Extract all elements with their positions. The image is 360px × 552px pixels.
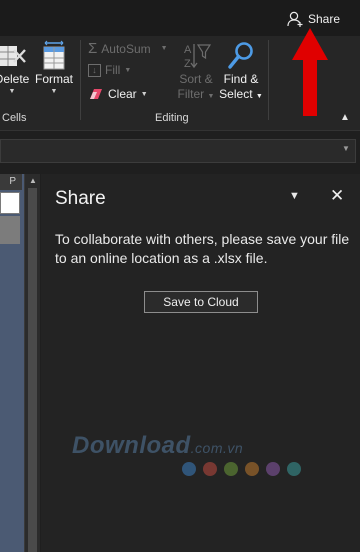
column-header[interactable]: P (0, 174, 22, 190)
clear-button[interactable]: Clear ▼ (88, 87, 148, 101)
pane-options-icon[interactable]: ▼ (289, 190, 300, 202)
watermark-dot (266, 462, 280, 476)
chevron-down-icon: ▼ (8, 88, 16, 95)
watermark-logo: Download.com.vn (72, 432, 244, 459)
formula-bar: ▼ (0, 130, 360, 174)
collapse-ribbon-icon[interactable]: ▲ (340, 112, 350, 123)
chevron-down-icon: ▼ (124, 66, 132, 74)
sort-filter-button[interactable]: A Z Sort & Filter ▼ (176, 40, 216, 104)
delete-cells-icon (0, 46, 26, 66)
chevron-down-icon: ▼ (140, 90, 148, 98)
delete-button[interactable]: Delete ▼ (0, 40, 30, 97)
close-icon[interactable]: ✕ (330, 186, 344, 206)
annotation-arrow (292, 28, 328, 116)
autosum-button[interactable]: Σ AutoSum ▼ (88, 40, 168, 57)
share-pane: Share ▼ ✕ To collaborate with others, pl… (41, 174, 360, 552)
watermark-dot (287, 462, 301, 476)
watermark-dot (203, 462, 217, 476)
eraser-icon (90, 89, 102, 99)
format-button[interactable]: Format ▼ (33, 40, 75, 97)
watermark-dot (182, 462, 196, 476)
sort-filter-icon: A Z (184, 44, 211, 70)
share-label: Share (308, 12, 341, 26)
sigma-icon: Σ (88, 40, 98, 57)
group-label-editing: Editing (155, 112, 189, 124)
chevron-down-icon: ▼ (50, 88, 58, 95)
chevron-down-icon: ▼ (255, 93, 263, 100)
formula-input[interactable] (0, 139, 356, 163)
svg-text:Z: Z (184, 58, 191, 70)
chevron-down-icon: ▼ (207, 93, 215, 100)
magnifier-icon (228, 42, 253, 69)
vertical-scrollbar[interactable]: ▲ (24, 174, 40, 552)
active-cell[interactable] (0, 192, 20, 214)
fill-button[interactable]: ↓ Fill ▼ (88, 63, 131, 77)
watermark-dot (224, 462, 238, 476)
person-add-icon (287, 11, 303, 27)
pane-message: To collaborate with others, please save … (55, 231, 350, 266)
scroll-up-icon[interactable]: ▲ (29, 176, 37, 185)
svg-text:A: A (184, 44, 192, 56)
pane-title: Share (55, 188, 106, 209)
group-label-cells: Cells (2, 112, 27, 124)
fill-down-icon: ↓ (88, 63, 101, 77)
format-cells-icon (43, 40, 65, 70)
save-to-cloud-button[interactable]: Save to Cloud (144, 291, 258, 313)
expand-formula-icon[interactable]: ▼ (342, 144, 350, 153)
scrollbar-thumb[interactable] (28, 188, 37, 552)
ribbon-separator (268, 40, 269, 120)
row-header[interactable] (0, 216, 20, 244)
find-select-button[interactable]: Find & Select ▼ (219, 40, 263, 104)
share-button[interactable]: Share (286, 10, 340, 28)
ribbon-separator (80, 40, 81, 120)
chevron-down-icon: ▼ (160, 45, 168, 52)
watermark-dots (182, 462, 301, 476)
watermark-dot (245, 462, 259, 476)
